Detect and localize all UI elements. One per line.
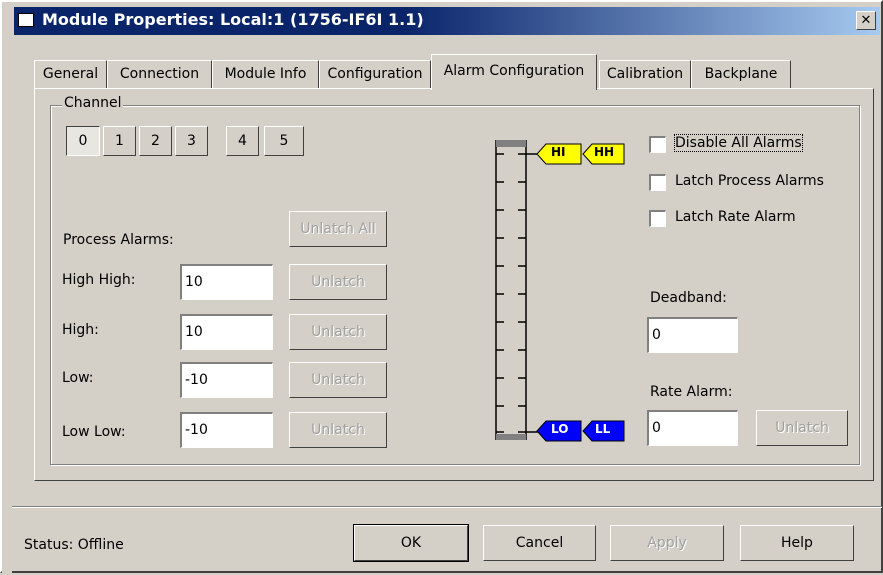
window-title: Module Properties: Local:1 (1756-IF6I 1.… xyxy=(42,10,424,29)
hh-marker-label: HH xyxy=(594,145,615,159)
cancel-button[interactable]: Cancel xyxy=(483,525,596,561)
low-input[interactable]: -10 xyxy=(180,362,273,398)
lo-marker-label: LO xyxy=(551,422,569,436)
channel-button-2[interactable]: 2 xyxy=(139,126,172,156)
latch-process-alarms-checkbox[interactable] xyxy=(649,174,666,191)
low-low-unlatch-button[interactable]: Unlatch xyxy=(289,412,387,448)
status-text: Status: Offline xyxy=(24,537,124,553)
unlatch-all-button[interactable]: Unlatch All xyxy=(289,211,387,247)
low-low-input[interactable]: -10 xyxy=(180,412,273,448)
channel-button-3[interactable]: 3 xyxy=(175,126,208,156)
rate-alarm-input[interactable]: 0 xyxy=(647,410,738,446)
tab-module-info[interactable]: Module Info xyxy=(212,60,319,88)
tab-calibration[interactable]: Calibration xyxy=(599,60,691,88)
high-input[interactable]: 10 xyxy=(180,314,273,350)
high-high-input[interactable]: 10 xyxy=(180,264,273,300)
tab-backplane[interactable]: Backplane xyxy=(691,60,791,88)
close-icon: ✕ xyxy=(860,13,872,28)
tab-general-label: General xyxy=(42,66,99,82)
low-unlatch-button[interactable]: Unlatch xyxy=(289,362,387,398)
rate-alarm-label: Rate Alarm: xyxy=(650,384,733,400)
high-high-unlatch-button[interactable]: Unlatch xyxy=(289,264,387,300)
rate-alarm-unlatch-button[interactable]: Unlatch xyxy=(756,410,848,446)
high-label: High: xyxy=(62,322,99,338)
channel-button-1[interactable]: 1 xyxy=(103,126,136,156)
tab-configuration-label: Configuration xyxy=(327,66,423,82)
tab-alarm-configuration[interactable]: Alarm Configuration xyxy=(431,54,597,90)
low-alarm-markers[interactable] xyxy=(536,420,626,442)
deadband-label: Deadband: xyxy=(650,290,727,306)
channel-groupbox xyxy=(50,105,860,465)
close-button[interactable]: ✕ xyxy=(856,11,876,30)
tab-general[interactable]: General xyxy=(34,60,107,88)
tab-alarm-configuration-label: Alarm Configuration xyxy=(443,63,585,79)
channel-group-label: Channel xyxy=(62,95,124,111)
disable-all-alarms-checkbox[interactable] xyxy=(649,136,666,153)
channel-button-5[interactable]: 5 xyxy=(264,126,304,156)
channel-button-4[interactable]: 4 xyxy=(226,126,259,156)
tab-backplane-label: Backplane xyxy=(704,66,778,82)
tab-configuration[interactable]: Configuration xyxy=(319,60,431,88)
module-properties-dialog: Module Properties: Local:1 (1756-IF6I 1.… xyxy=(0,0,883,575)
ll-marker-label: LL xyxy=(595,422,611,436)
tab-connection[interactable]: Connection xyxy=(107,60,212,88)
hi-marker-label: HI xyxy=(551,145,566,159)
deadband-input[interactable]: 0 xyxy=(647,317,738,353)
apply-button[interactable]: Apply xyxy=(610,525,724,561)
tab-calibration-label: Calibration xyxy=(606,66,684,82)
tab-module-info-label: Module Info xyxy=(224,66,307,82)
high-high-label: High High: xyxy=(62,272,136,288)
window-edge xyxy=(2,2,12,575)
footer-separator xyxy=(12,506,882,508)
low-label: Low: xyxy=(62,370,94,386)
help-button[interactable]: Help xyxy=(740,525,854,561)
channel-button-0[interactable]: 0 xyxy=(66,126,100,156)
window-icon xyxy=(18,13,34,27)
disable-all-alarms-label[interactable]: Disable All Alarms xyxy=(674,134,803,152)
ok-button[interactable]: OK xyxy=(353,524,469,562)
latch-process-alarms-label[interactable]: Latch Process Alarms xyxy=(675,173,824,189)
latch-rate-alarm-label[interactable]: Latch Rate Alarm xyxy=(675,209,796,225)
latch-rate-alarm-checkbox[interactable] xyxy=(649,210,666,227)
process-alarms-label: Process Alarms: xyxy=(63,232,174,248)
high-unlatch-button[interactable]: Unlatch xyxy=(289,314,387,350)
low-low-label: Low Low: xyxy=(62,424,126,440)
title-bar[interactable]: Module Properties: Local:1 (1756-IF6I 1.… xyxy=(14,7,880,35)
alarm-level-bar[interactable] xyxy=(490,136,625,446)
tab-connection-label: Connection xyxy=(119,66,200,82)
